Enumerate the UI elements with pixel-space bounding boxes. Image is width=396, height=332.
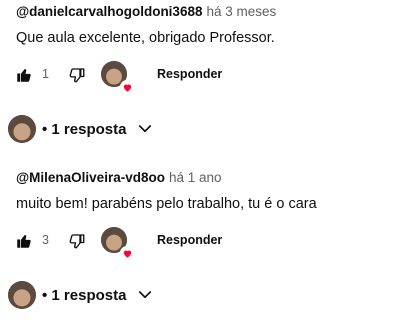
- comment-actions: 3 Responder: [0, 224, 396, 260]
- dislike-button[interactable]: [66, 64, 88, 86]
- replies-toggle[interactable]: • 1 resposta: [8, 113, 154, 145]
- reply-button[interactable]: Responder: [157, 233, 222, 247]
- thumbs-up-icon: [17, 69, 31, 82]
- creator-heart-avatar[interactable]: [101, 61, 134, 94]
- replies-count: • 1 resposta: [42, 120, 127, 138]
- replies-count: • 1 resposta: [42, 286, 127, 304]
- replies-toggle[interactable]: • 1 resposta: [8, 279, 154, 311]
- comment-author[interactable]: @danielcarvalhogoldoni3688: [16, 4, 202, 19]
- comment-thread: @MilenaOliveira-vd8oo há 1 ano muito bem!…: [0, 166, 396, 332]
- comment-time[interactable]: há 1 ano: [169, 170, 222, 185]
- heart-icon: [120, 246, 134, 260]
- chevron-down-icon: [139, 291, 152, 299]
- comment-thread: @danielcarvalhogoldoni3688 há 3 meses Que…: [0, 0, 396, 166]
- like-button[interactable]: [13, 64, 35, 86]
- like-button[interactable]: [13, 230, 35, 252]
- comment-author[interactable]: @MilenaOliveira-vd8oo: [16, 170, 165, 185]
- heart-icon: [120, 80, 134, 94]
- comment-text: Que aula excelente, obrigado Professor.: [16, 30, 275, 46]
- like-count: 3: [42, 233, 49, 247]
- comment-time[interactable]: há 3 meses: [206, 4, 276, 19]
- creator-heart-avatar[interactable]: [101, 227, 134, 260]
- chevron-down-icon: [139, 125, 152, 133]
- like-count: 1: [42, 67, 49, 81]
- comment-header: @MilenaOliveira-vd8oo há 1 ano: [16, 170, 222, 186]
- reply-button[interactable]: Responder: [157, 67, 222, 81]
- comment-text: muito bem! parabéns pelo trabalho, tu é …: [16, 196, 317, 212]
- thumbs-down-icon: [69, 234, 85, 249]
- creator-avatar: [8, 281, 36, 309]
- thumbs-down-icon: [69, 68, 85, 83]
- comment-actions: 1 Responder: [0, 58, 396, 94]
- creator-avatar: [8, 115, 36, 143]
- thumbs-up-icon: [17, 235, 31, 248]
- comment-header: @danielcarvalhogoldoni3688 há 3 meses: [16, 4, 276, 20]
- dislike-button[interactable]: [66, 230, 88, 252]
